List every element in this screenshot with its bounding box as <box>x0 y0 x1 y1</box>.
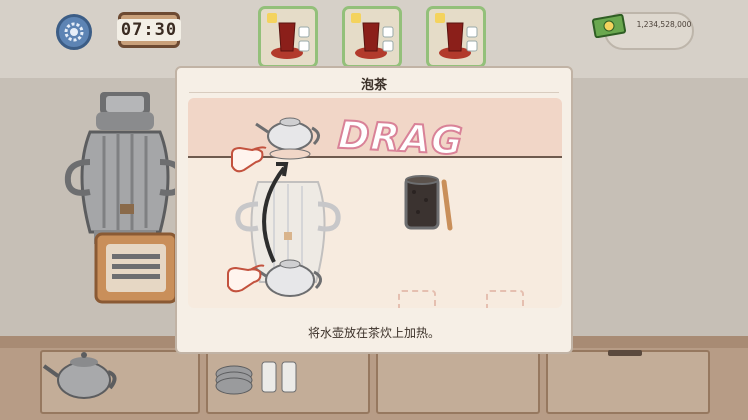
settings-button[interactable] <box>56 14 92 50</box>
counter-drawer-4 <box>546 350 710 414</box>
tea-glass-stack[interactable] <box>210 352 310 396</box>
order-card-2[interactable] <box>342 6 402 68</box>
money-bill-icon <box>592 14 626 38</box>
empty-slot-1 <box>398 290 436 308</box>
clock-time: 07:30 <box>116 19 182 41</box>
order-card-1[interactable] <box>258 6 318 68</box>
tutorial-illustration: DRAG <box>188 98 562 308</box>
tea-glass-icon <box>267 13 310 59</box>
tea-glass-icon <box>435 13 478 59</box>
order-card-3[interactable] <box>426 6 486 68</box>
empty-slot-2 <box>486 290 524 308</box>
dialog-title: 泡茶 <box>360 78 387 93</box>
drag-label: DRAG <box>336 112 466 165</box>
gear-icon <box>64 22 84 42</box>
money-amount: 1,234,528,000 <box>636 20 692 29</box>
counter-drawer-3 <box>376 350 540 414</box>
instruction-text: 将水壶放在茶炊上加热。 <box>307 326 440 340</box>
tutorial-dialog[interactable]: 泡茶 DRAG 将水壶放在茶炊上加热。 <box>175 66 573 354</box>
title-divider <box>189 92 559 93</box>
drawer-handle <box>608 350 642 356</box>
samovar-station[interactable] <box>60 92 190 304</box>
pointing-hand-icon <box>227 264 265 293</box>
pointing-hand-icon <box>231 146 267 173</box>
game-clock: 07:30 <box>116 12 182 48</box>
teapot-on-counter[interactable] <box>42 344 122 400</box>
tea-jar-icon <box>404 175 453 231</box>
tea-glass-icon <box>351 13 394 59</box>
